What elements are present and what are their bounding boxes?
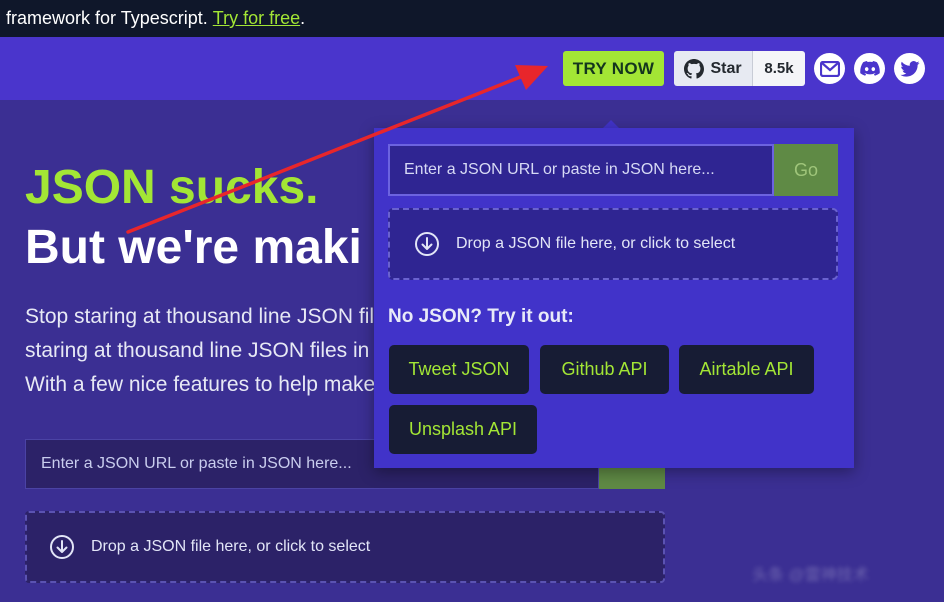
github-icon	[684, 58, 705, 79]
json-drop-zone[interactable]: Drop a JSON file here, or click to selec…	[388, 208, 838, 280]
announcement-period: .	[300, 8, 306, 28]
samples-heading: No JSON? Try it out:	[388, 306, 574, 327]
github-star-count[interactable]: 8.5k	[752, 51, 805, 86]
mail-icon	[819, 60, 840, 77]
hero-title-line1: JSON sucks.	[25, 161, 319, 214]
go-button[interactable]: Go	[774, 144, 838, 196]
github-star-button[interactable]: Star	[674, 51, 752, 86]
hero-drop-zone[interactable]: Drop a JSON file here, or click to selec…	[25, 511, 665, 583]
sample-unsplash-api-button[interactable]: Unsplash API	[389, 405, 537, 454]
sample-tweet-json-button[interactable]: Tweet JSON	[389, 345, 529, 394]
hero-description-line: With a few nice features to help make	[25, 373, 376, 396]
watermark: 头条 @雷神技术	[752, 567, 869, 584]
download-icon	[415, 232, 439, 256]
announcement-bar: framework for Typescript. Try for free.	[0, 0, 944, 37]
try-now-button[interactable]: TRY NOW	[563, 51, 664, 86]
download-icon	[50, 535, 74, 559]
hero-description-line: staring at thousand line JSON files in	[25, 339, 370, 362]
try-now-dropdown: Go Drop a JSON file here, or click to se…	[374, 128, 854, 468]
twitter-icon	[899, 60, 920, 77]
hero-description-line: Stop staring at thousand line JSON fil	[25, 305, 375, 328]
discord-icon	[859, 60, 880, 76]
json-url-input[interactable]	[388, 144, 774, 196]
hero-drop-label: Drop a JSON file here, or click to selec…	[91, 538, 371, 555]
try-for-free-link[interactable]: Try for free	[213, 8, 300, 29]
twitter-button[interactable]	[894, 53, 925, 84]
drop-zone-label: Drop a JSON file here, or click to selec…	[456, 235, 736, 252]
hero-description: Stop staring at thousand line JSON fil s…	[25, 300, 385, 402]
github-star-label: Star	[710, 59, 742, 77]
mail-button[interactable]	[814, 53, 845, 84]
discord-button[interactable]	[854, 53, 885, 84]
sample-github-api-button[interactable]: Github API	[540, 345, 669, 394]
sample-airtable-api-button[interactable]: Airtable API	[679, 345, 814, 394]
announcement-text: framework for Typescript.	[6, 8, 208, 28]
hero-title-line2: But we're maki	[25, 221, 362, 274]
